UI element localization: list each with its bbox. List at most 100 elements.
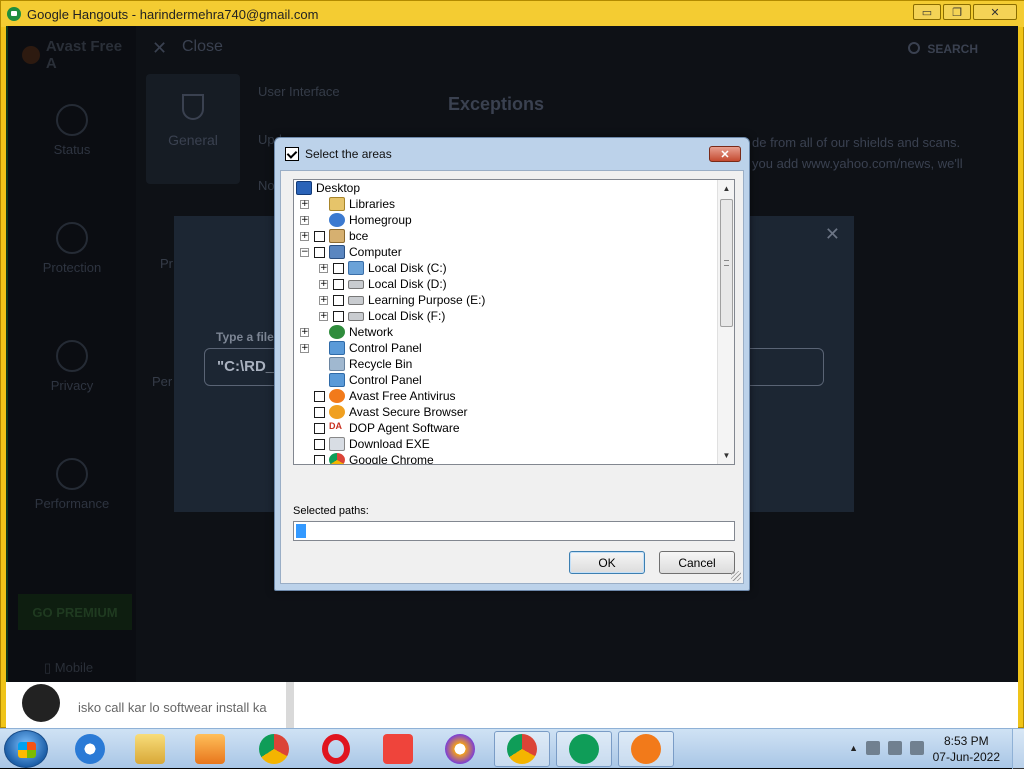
sidebar-item-label: Performance (34, 496, 110, 511)
tree-item[interactable]: Avast Secure Browser (300, 404, 468, 420)
taskbar-app-button[interactable] (494, 731, 550, 767)
folder-tree[interactable]: Google Chrome Download EXE DA DOP Agent Sof… (293, 179, 735, 465)
close-settings-button[interactable]: Close (182, 38, 223, 56)
collapse-icon[interactable]: − (300, 247, 309, 257)
status-icon (56, 104, 88, 136)
show-desktop-button[interactable] (1012, 729, 1024, 769)
tree-checkbox[interactable] (333, 310, 344, 322)
chat-message: isko call kar lo softwear install ka (78, 700, 267, 715)
tree-item[interactable]: + Control Panel (300, 340, 422, 356)
ok-button[interactable]: OK (569, 551, 645, 574)
tree-checkbox[interactable] (314, 406, 325, 418)
partial-label: Per (152, 374, 173, 389)
tree-item[interactable]: Google Chrome (300, 452, 434, 464)
sidebar-item-status[interactable]: Status (8, 104, 136, 157)
resize-grip-icon[interactable] (731, 571, 741, 581)
dialog-close-button[interactable]: ✕ (709, 146, 741, 162)
taskbar-app-button[interactable] (432, 731, 488, 767)
tree-checkbox[interactable] (314, 422, 325, 434)
expand-icon[interactable]: + (300, 327, 309, 337)
chat-divider (286, 682, 294, 728)
sidebar-item-performance[interactable]: Performance (8, 458, 136, 511)
chat-strip: isko call kar lo softwear install ka (6, 682, 1018, 728)
homegroup-icon (329, 213, 345, 227)
tree-checkbox[interactable] (314, 454, 325, 464)
taskbar-app-button[interactable] (122, 731, 178, 767)
disk-icon (348, 311, 364, 321)
close-icon[interactable]: ✕ (152, 38, 167, 59)
show-hidden-icons-icon[interactable]: ▲ (849, 743, 858, 753)
cancel-button[interactable]: Cancel (659, 551, 735, 574)
settings-item-user-interface[interactable]: User Interface (258, 84, 340, 99)
scroll-up-icon[interactable]: ▲ (718, 180, 734, 197)
tree-item[interactable]: Desktop (296, 180, 360, 196)
tree-item[interactable]: + Local Disk (C:) (319, 260, 447, 276)
network-signal-icon[interactable] (888, 741, 902, 755)
tree-item[interactable]: Recycle Bin (300, 356, 412, 372)
volume-icon[interactable] (910, 741, 924, 755)
tree-checkbox[interactable] (333, 278, 344, 290)
tree-item[interactable]: + bce (300, 228, 368, 244)
expand-icon[interactable]: + (300, 199, 309, 209)
expand-icon[interactable]: + (300, 231, 309, 241)
scroll-thumb[interactable] (720, 199, 733, 327)
tree-item[interactable]: + Local Disk (D:) (319, 276, 447, 292)
start-button[interactable] (4, 730, 48, 768)
expand-icon[interactable]: + (300, 343, 309, 353)
lock-icon (56, 222, 88, 254)
tree-checkbox[interactable] (333, 294, 344, 306)
tree-item[interactable]: + Network (300, 324, 393, 340)
taskbar-app-button[interactable] (370, 731, 426, 767)
expand-icon[interactable]: + (319, 279, 328, 289)
taskbar-app-button[interactable] (556, 731, 612, 767)
taskbar-app-button[interactable] (62, 731, 118, 767)
taskbar-app-button[interactable] (618, 731, 674, 767)
expand-icon[interactable]: + (319, 311, 328, 321)
tree-checkbox[interactable] (333, 262, 344, 274)
taskbar-app-button[interactable] (246, 731, 302, 767)
search-button[interactable]: SEARCH (927, 42, 978, 56)
tree-item-label: Homegroup (349, 213, 412, 227)
settings-item-notifications[interactable]: No (258, 178, 275, 193)
tree-item[interactable]: Avast Free Antivirus (300, 388, 456, 404)
tree-item[interactable]: + Libraries (300, 196, 395, 212)
expand-icon[interactable]: + (300, 215, 309, 225)
scroll-down-icon[interactable]: ▼ (718, 447, 734, 464)
dialog-titlebar[interactable]: Select the areas ✕ (275, 138, 749, 170)
sidebar-item-label: Protection (42, 260, 102, 275)
tree-item[interactable]: Download EXE (300, 436, 430, 452)
taskbar-app-button[interactable] (182, 731, 238, 767)
exceptions-desc-line: de from all of our shields and scans. (752, 135, 961, 150)
text-selection (296, 524, 306, 538)
window-close-button[interactable]: ✕ (973, 4, 1017, 20)
tree-scrollbar[interactable]: ▲ ▼ (717, 180, 734, 464)
tree-checkbox[interactable] (314, 438, 325, 450)
sidebar-item-privacy[interactable]: Privacy (8, 340, 136, 393)
tree-item[interactable]: Control Panel (300, 372, 422, 388)
sidebar-item-protection[interactable]: Protection (8, 222, 136, 275)
tree-item[interactable]: + Homegroup (300, 212, 412, 228)
modal-close-icon[interactable]: ✕ (825, 224, 840, 245)
minimize-button[interactable]: ▭ (913, 4, 941, 20)
sidebar-item-mobile[interactable]: ▯ Mobile (44, 660, 93, 676)
sidebar-item-label: Privacy (50, 378, 94, 393)
tree-checkbox[interactable] (314, 230, 325, 242)
taskbar-app-button[interactable] (308, 731, 364, 767)
action-center-icon[interactable] (866, 741, 880, 755)
tab-general[interactable]: General (146, 74, 240, 184)
tree-item[interactable]: + Local Disk (F:) (319, 308, 445, 324)
expand-icon[interactable]: + (319, 295, 328, 305)
tree-checkbox[interactable] (314, 390, 325, 402)
tree-item[interactable]: DA DOP Agent Software (300, 420, 460, 436)
tree-item[interactable]: − Computer (300, 244, 402, 260)
selected-paths-field[interactable] (293, 521, 735, 541)
expand-icon[interactable]: + (319, 263, 328, 273)
hangouts-titlebar[interactable]: Google Hangouts - harindermehra740@gmail… (1, 1, 1024, 27)
go-premium-button[interactable]: GO PREMIUM (18, 594, 132, 630)
clock[interactable]: 8:53 PM 07-Jun-2022 (933, 733, 1000, 765)
tree-item[interactable]: + Learning Purpose (E:) (319, 292, 485, 308)
maximize-button[interactable]: ❐ (943, 4, 971, 20)
tree-checkbox[interactable] (314, 246, 325, 258)
window-controls: ▭ ❐ ✕ (913, 4, 1017, 20)
avast-logo-icon (22, 46, 40, 64)
